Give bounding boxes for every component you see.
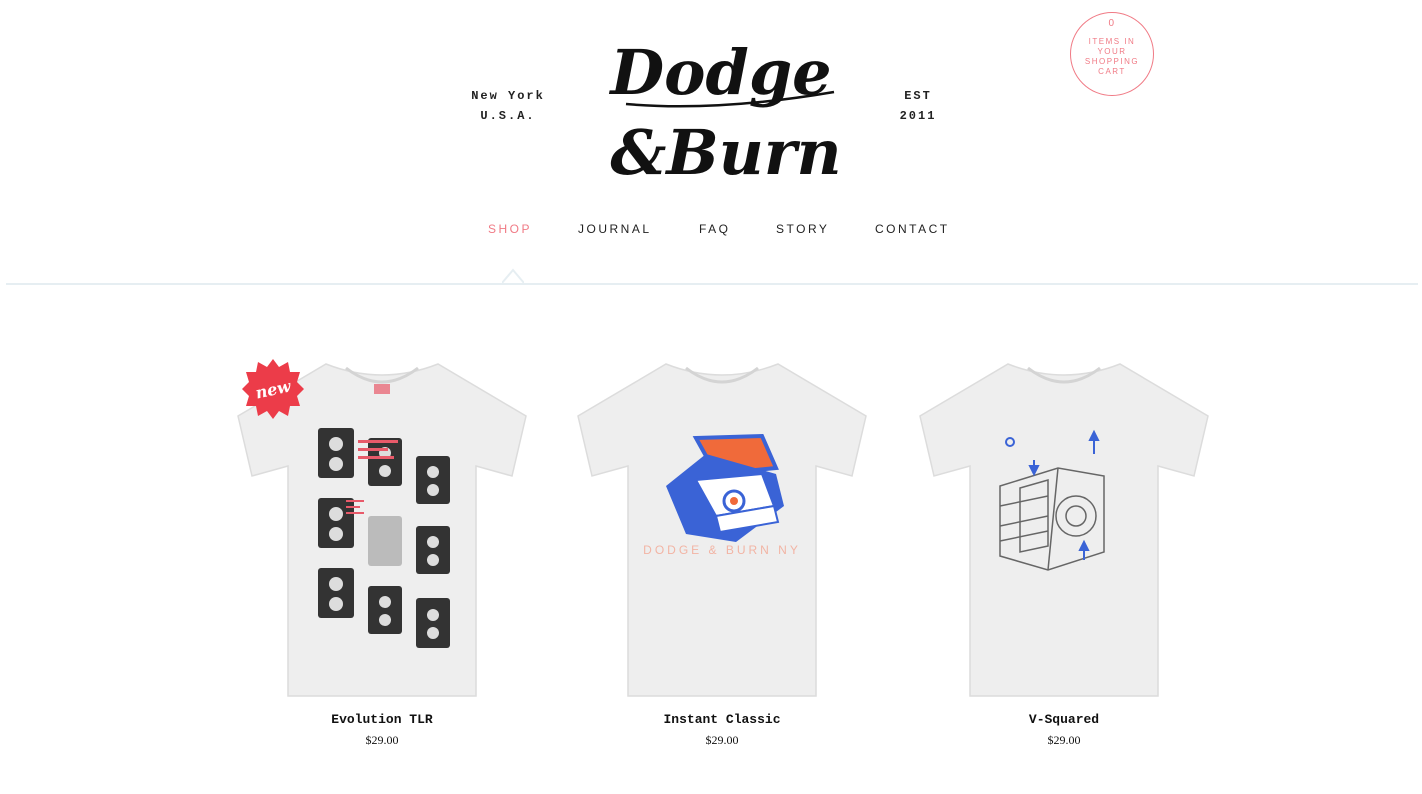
product-name[interactable]: Instant Classic — [566, 712, 878, 727]
shirt-print-text: DODGE & BURN NY — [643, 543, 801, 557]
product-name[interactable]: Evolution TLR — [226, 712, 538, 727]
est-label: EST — [904, 89, 932, 103]
shopping-cart-button[interactable]: 0 ITEMS IN YOUR SHOPPING CART — [1070, 12, 1154, 96]
established-text: EST 2011 — [878, 86, 958, 126]
product-price: $29.00 — [705, 733, 739, 747]
location-city: New York — [471, 89, 545, 103]
nav-item-shop[interactable]: SHOP — [488, 222, 532, 236]
active-nav-pointer — [502, 268, 524, 284]
tshirt-image[interactable]: DODGE & BURN NY — [566, 356, 878, 706]
est-year: 2011 — [899, 109, 937, 123]
product-price: $29.00 — [1047, 733, 1081, 747]
product-name[interactable]: V-Squared — [908, 712, 1220, 727]
main-nav: SHOP JOURNAL FAQ STORY CONTACT — [0, 222, 1422, 242]
nav-item-faq[interactable]: FAQ — [699, 222, 731, 236]
cart-count: 0 — [1108, 18, 1116, 29]
location-text: New York U.S.A. — [458, 86, 558, 126]
svg-text:&Burn: &Burn — [610, 116, 841, 189]
dodge-burn-logo[interactable]: Dodge &Burn — [596, 22, 846, 192]
header-divider — [6, 283, 1418, 285]
new-badge: new — [242, 359, 304, 419]
nav-item-journal[interactable]: JOURNAL — [578, 222, 652, 236]
product-card-v-squared[interactable]: V-Squared $29.00 — [908, 356, 1220, 748]
nav-item-contact[interactable]: CONTACT — [875, 222, 950, 236]
product-price: $29.00 — [365, 733, 399, 747]
product-card-instant-classic[interactable]: DODGE & BURN NY Instant Classic $29.00 — [566, 356, 878, 748]
nav-item-story[interactable]: STORY — [776, 222, 829, 236]
location-country: U.S.A. — [480, 109, 536, 123]
cart-label: ITEMS IN YOUR SHOPPING CART — [1084, 37, 1140, 76]
tshirt-image[interactable] — [908, 356, 1220, 706]
